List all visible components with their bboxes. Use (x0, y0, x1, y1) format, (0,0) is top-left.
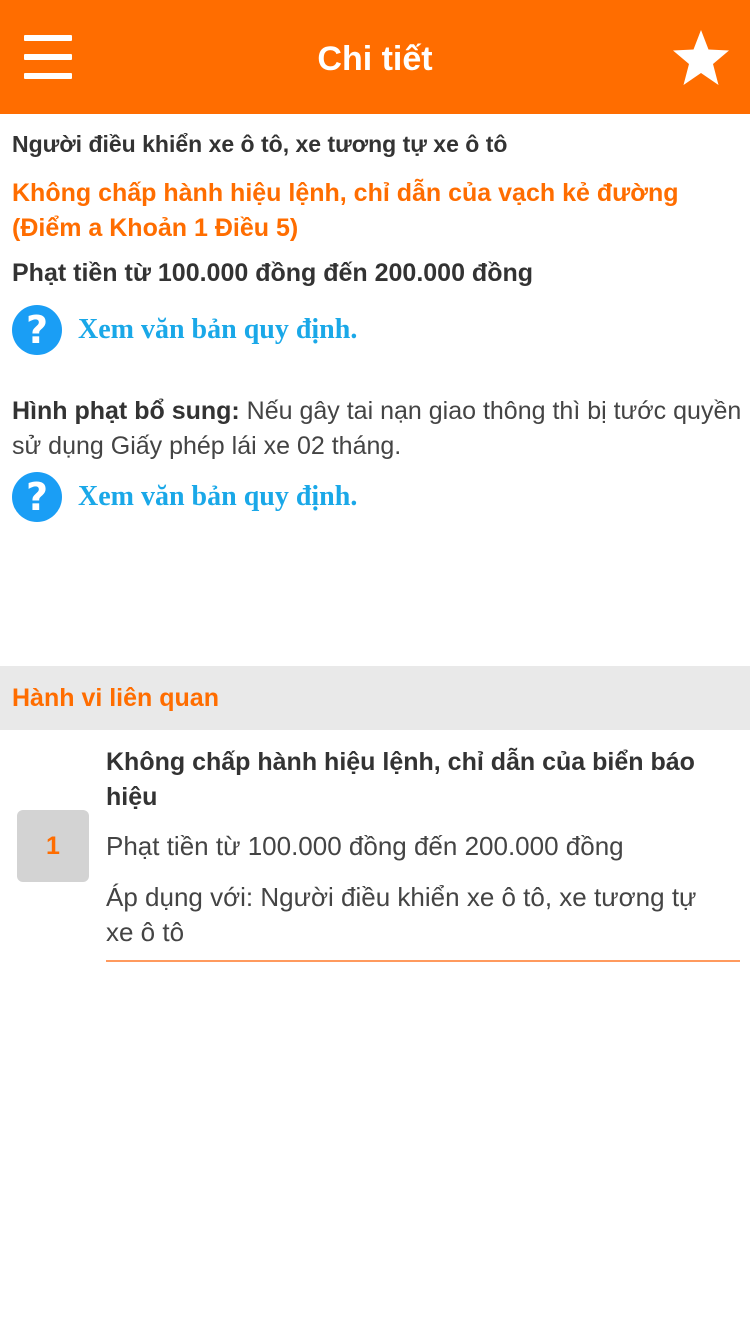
related-section-title: Hành vi liên quan (12, 684, 219, 712)
related-item-apply: Áp dụng với: Người điều khiển xe ô tô, x… (106, 882, 697, 947)
violation-title: Không chấp hành hiệu lệnh, chỉ dẫn của v… (12, 176, 742, 246)
violation-name: Không chấp hành hiệu lệnh, chỉ dẫn của v… (12, 179, 679, 207)
related-section-header: Hành vi liên quan (0, 666, 750, 730)
app-header: Chi tiết (0, 0, 750, 114)
extra-penalty-label: Hình phạt bổ sung: (12, 397, 240, 425)
view-regulation-link[interactable]: ? Xem văn bản quy định. (12, 305, 357, 355)
vehicle-subject: Người điều khiển xe ô tô, xe tương tự xe… (12, 131, 508, 157)
item-number-badge: 1 (17, 810, 89, 882)
extra-penalty: Hình phạt bổ sung: Nếu gây tai nạn giao … (12, 394, 742, 464)
item-divider (106, 960, 740, 962)
help-icon: ? (12, 472, 62, 522)
favorite-button[interactable] (670, 28, 732, 88)
view-regulation-label: Xem văn bản quy định. (78, 314, 358, 345)
page-title: Chi tiết (317, 40, 433, 78)
fine-amount: Phạt tiền từ 100.000 đồng đến 200.000 đồ… (12, 259, 534, 287)
view-regulation-label: Xem văn bản quy định. (78, 481, 358, 512)
hamburger-menu-icon (24, 35, 72, 41)
help-icon: ? (12, 305, 62, 355)
related-item-title: Không chấp hành hiệu lệnh, chỉ dẫn của b… (106, 748, 695, 811)
violation-reference: (Điểm a Khoản 1 Điều 5) (12, 214, 299, 242)
related-item-fine: Phạt tiền từ 100.000 đồng đến 200.000 đồ… (106, 831, 624, 861)
view-regulation-link-2[interactable]: ? Xem văn bản quy định. (12, 472, 357, 522)
star-icon (673, 30, 729, 85)
menu-button[interactable] (24, 33, 74, 83)
related-list-item[interactable]: 1 Không chấp hành hiệu lệnh, chỉ dẫn của… (0, 730, 750, 966)
